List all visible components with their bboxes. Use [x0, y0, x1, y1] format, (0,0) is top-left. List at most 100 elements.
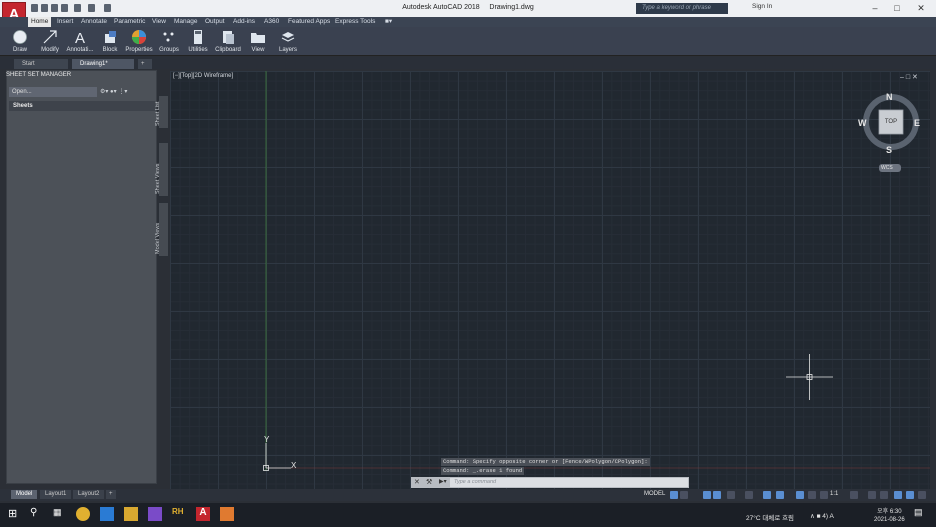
- weather-widget[interactable]: 27°C 대체로 흐림: [746, 512, 794, 522]
- command-history-line-1: Command: Specify opposite corner or [Fen…: [441, 458, 650, 466]
- command-history-line-2: Command: _.erase 1 found: [441, 467, 525, 475]
- search-icon[interactable]: ⚲: [30, 507, 44, 521]
- tab-output[interactable]: Output: [202, 17, 228, 27]
- layers-button[interactable]: Layers: [276, 27, 300, 56]
- customization-menu-icon[interactable]: [918, 491, 926, 499]
- view-button[interactable]: View: [248, 27, 268, 56]
- clipboard-button[interactable]: Clipboard: [214, 27, 242, 56]
- polar-icon[interactable]: [713, 491, 721, 499]
- tab-model-views[interactable]: Model Views: [155, 202, 169, 257]
- groups-button[interactable]: Groups: [157, 27, 181, 56]
- palette-title: SHEET SET MANAGER: [6, 72, 72, 78]
- compass-east[interactable]: E: [914, 118, 920, 128]
- task-view-icon[interactable]: ▦: [53, 507, 67, 521]
- title-bar: Autodesk AutoCAD 2018 Drawing1.dwg Type …: [0, 0, 936, 17]
- units-icon[interactable]: [880, 491, 888, 499]
- search-input[interactable]: Type a keyword or phrase: [636, 3, 728, 14]
- layout-tab-model[interactable]: Model: [11, 490, 38, 499]
- ucs-y-label: Y: [264, 435, 270, 444]
- maximize-button[interactable]: □: [888, 1, 906, 15]
- group-icon: [163, 32, 174, 42]
- grid-icon[interactable]: [670, 491, 678, 499]
- tab-a360[interactable]: A360: [261, 17, 282, 27]
- tab-home[interactable]: Home: [28, 17, 52, 27]
- isodraft-icon[interactable]: [727, 491, 735, 499]
- annotation-scale-value[interactable]: 1:1: [830, 491, 838, 497]
- canvas-overlay: [263, 71, 930, 471]
- file-tab-start[interactable]: Start: [14, 59, 68, 69]
- file-explorer-icon[interactable]: [124, 507, 138, 521]
- compass-west[interactable]: W: [858, 118, 867, 128]
- clock[interactable]: 오후 6:30 2021-08-26: [874, 508, 905, 524]
- crosshair-cursor: [786, 354, 833, 400]
- draw-button[interactable]: Draw: [9, 27, 31, 56]
- viewcube-top-face[interactable]: TOP: [879, 119, 903, 125]
- visual-studio-icon[interactable]: [148, 507, 162, 521]
- clipboard-icon: [223, 31, 234, 44]
- modify-button[interactable]: Modify: [37, 27, 63, 56]
- palette-toolbar[interactable]: ⚙▾ ●▾ ⋮▾: [100, 88, 127, 95]
- autocad-taskbar-icon[interactable]: A: [196, 507, 210, 521]
- isolate-objects-icon[interactable]: [894, 491, 902, 499]
- close-button[interactable]: ✕: [912, 1, 930, 15]
- clean-screen-icon[interactable]: [906, 491, 914, 499]
- customize-wrench-icon[interactable]: ⚒: [426, 478, 432, 486]
- sheets-header: Sheets: [9, 101, 155, 111]
- app-taskbar-icon[interactable]: [220, 507, 234, 521]
- tab-parametric[interactable]: Parametric: [111, 17, 148, 27]
- layout-tab-layout1[interactable]: Layout1: [40, 490, 72, 499]
- snap-icon[interactable]: [680, 491, 688, 499]
- new-tab-button[interactable]: +: [138, 59, 152, 69]
- workspace-gear-icon[interactable]: [850, 491, 858, 499]
- tab-add-ins[interactable]: Add-ins: [230, 17, 258, 27]
- sheet-set-select[interactable]: Open...: [9, 87, 97, 97]
- system-tray[interactable]: ∧ ■ 4) A: [810, 512, 834, 520]
- block-button[interactable]: Block: [99, 27, 121, 56]
- ribbon-options-icon[interactable]: ■▾: [382, 17, 395, 27]
- annotation-scale-icon[interactable]: [820, 491, 828, 499]
- ucs-menu-button[interactable]: WCS: [879, 164, 901, 172]
- properties-button[interactable]: Properties: [124, 27, 154, 56]
- rhino-icon[interactable]: RH: [172, 507, 186, 521]
- object-snap-icon[interactable]: [763, 491, 771, 499]
- compass-south[interactable]: S: [886, 145, 892, 155]
- windows-taskbar: [0, 503, 936, 527]
- compass-north[interactable]: N: [886, 92, 893, 102]
- vscode-icon[interactable]: [100, 507, 114, 521]
- windows-start-icon[interactable]: ⊞: [8, 507, 22, 521]
- layout-tab-layout2[interactable]: Layout2: [73, 490, 105, 499]
- move-icon: [43, 30, 57, 44]
- command-input[interactable]: Type a command: [450, 478, 688, 487]
- block-icon: [105, 31, 116, 43]
- annotation-visibility-icon[interactable]: [796, 491, 804, 499]
- annotation-button[interactable]: A Annotati...: [65, 27, 95, 56]
- command-prompt-icon[interactable]: ▶▾: [439, 478, 447, 485]
- ucs-icon: [263, 443, 291, 471]
- tab-manage[interactable]: Manage: [171, 17, 201, 27]
- object-snap-tracking-icon[interactable]: [745, 491, 753, 499]
- annotation-monitor-icon[interactable]: [868, 491, 876, 499]
- notification-icon[interactable]: ▤: [914, 507, 928, 521]
- circle-icon: [13, 30, 27, 44]
- file-tab-drawing1[interactable]: Drawing1*: [72, 59, 134, 69]
- file-tab-bar: Start Drawing1* +: [0, 57, 936, 69]
- minimize-button[interactable]: –: [866, 1, 884, 15]
- calculator-icon: [194, 30, 202, 44]
- tab-express-tools[interactable]: Express Tools: [332, 17, 378, 27]
- add-layout-button[interactable]: +: [106, 490, 116, 499]
- tab-sheet-views[interactable]: Sheet Views: [155, 142, 169, 197]
- close-command-icon[interactable]: ✕: [414, 478, 420, 486]
- lineweight-icon[interactable]: [776, 491, 784, 499]
- model-space-toggle[interactable]: MODEL: [644, 491, 665, 497]
- utilities-button[interactable]: Utilities: [186, 27, 210, 56]
- ortho-icon[interactable]: [703, 491, 711, 499]
- tab-featured-apps[interactable]: Featured Apps: [285, 17, 333, 27]
- ribbon-tabs: Home Insert Annotate Parametric View Man…: [0, 17, 936, 27]
- autoscale-icon[interactable]: [808, 491, 816, 499]
- tab-insert[interactable]: Insert: [54, 17, 76, 27]
- tab-annotate[interactable]: Annotate: [78, 17, 110, 27]
- tab-sheet-list[interactable]: Sheet List: [155, 95, 169, 129]
- sign-in-button[interactable]: Sign In: [752, 3, 772, 10]
- tab-view[interactable]: View: [149, 17, 169, 27]
- chrome-icon[interactable]: [76, 507, 90, 521]
